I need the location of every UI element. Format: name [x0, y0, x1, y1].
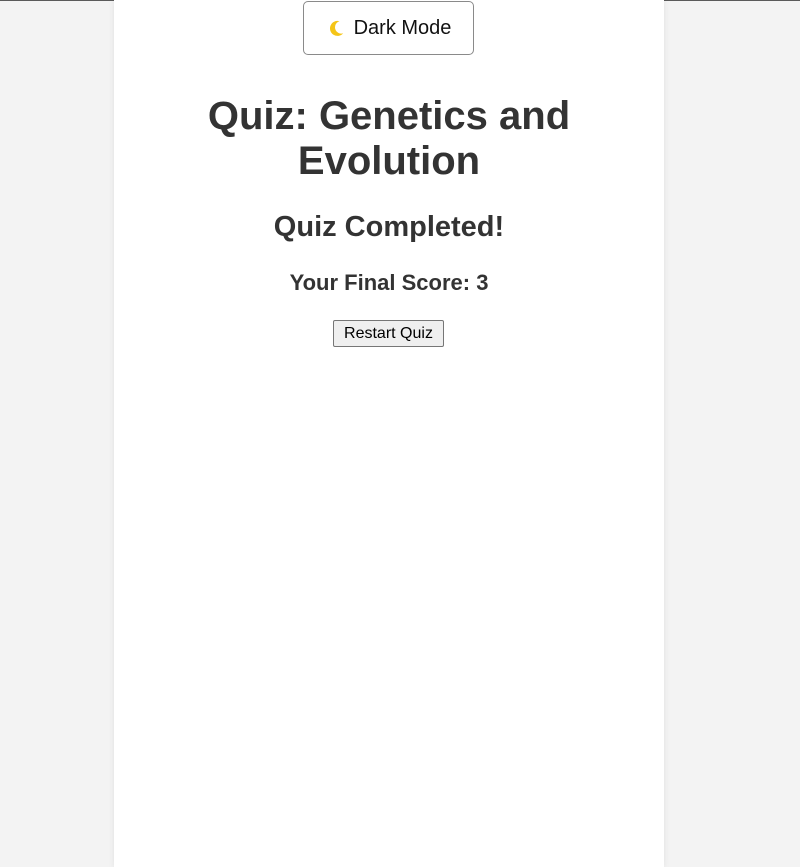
- final-score-label: Your Final Score:: [289, 270, 477, 295]
- quiz-container: Dark Mode Quiz: Genetics and Evolution Q…: [114, 0, 664, 867]
- quiz-title: Quiz: Genetics and Evolution: [207, 94, 571, 183]
- dark-mode-label: Dark Mode: [353, 16, 452, 39]
- quiz-completed-heading: Quiz Completed!: [273, 211, 505, 243]
- restart-quiz-button[interactable]: Restart Quiz: [333, 320, 444, 347]
- dark-mode-toggle-button[interactable]: Dark Mode: [303, 1, 474, 55]
- final-score: Your Final Score: 3: [114, 270, 664, 296]
- moon-icon: [326, 18, 346, 38]
- final-score-value: 3: [476, 270, 489, 295]
